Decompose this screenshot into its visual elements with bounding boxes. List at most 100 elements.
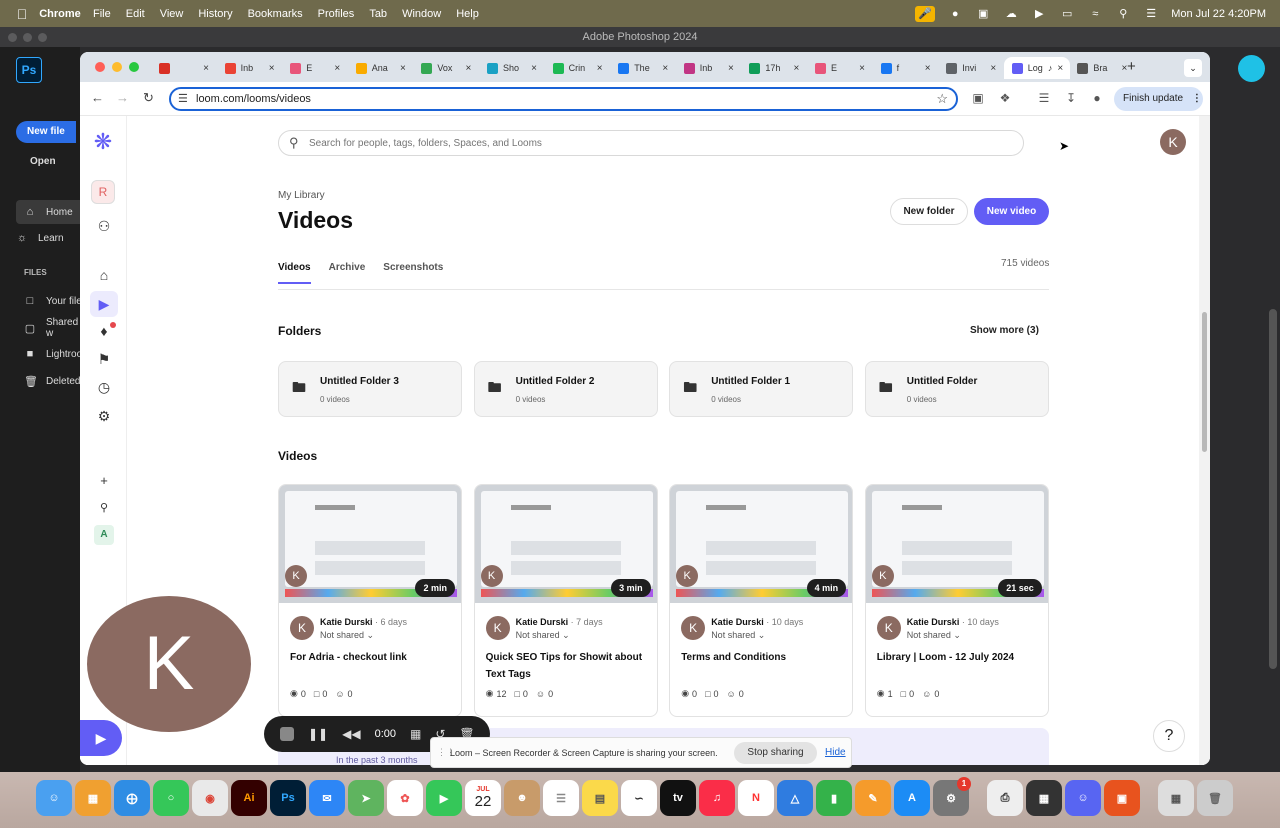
tab-close-icon[interactable]: ×: [269, 63, 275, 74]
wifi-icon[interactable]: ≈: [1087, 7, 1103, 21]
menu-history[interactable]: History: [198, 8, 232, 20]
browser-tab[interactable]: Ana ×: [348, 57, 414, 79]
new-folder-button[interactable]: New folder: [890, 198, 968, 225]
browser-tab[interactable]: Log ♪ ×: [1003, 57, 1070, 79]
tab-close-icon[interactable]: ×: [400, 63, 406, 74]
ps-nav-deleted[interactable]: 🗑 Deleted: [24, 369, 88, 393]
tab-screenshots[interactable]: Screenshots: [383, 262, 443, 284]
profile-extension-icon[interactable]: ●: [1090, 91, 1104, 105]
browser-tab[interactable]: Invi ×: [938, 57, 1004, 79]
video-card[interactable]: K 2 min K Katie Durski · 6 days Not shared ⌄…: [278, 484, 462, 717]
news-icon[interactable]: N: [738, 780, 774, 816]
browser-tab[interactable]: ×: [151, 57, 217, 79]
calculator-icon[interactable]: ▦: [1026, 780, 1062, 816]
tab-close-icon[interactable]: ×: [859, 63, 865, 74]
show-more-button[interactable]: Show more (3): [970, 325, 1039, 336]
people-icon[interactable]: ⚇: [94, 216, 114, 236]
ps-nav-lightroom[interactable]: ■ Lightroo: [24, 342, 88, 366]
numbers-icon[interactable]: ▮: [816, 780, 852, 816]
rewind-icon[interactable]: ◀◀: [342, 727, 360, 741]
menu-bookmarks[interactable]: Bookmarks: [248, 8, 303, 20]
tab-close-icon[interactable]: ×: [990, 63, 996, 74]
photoshop-dock-icon[interactable]: Ps: [270, 780, 306, 816]
tab-close-icon[interactable]: ×: [531, 63, 537, 74]
forward-arrow-icon[interactable]: →: [116, 90, 129, 105]
notes-icon[interactable]: ▤: [582, 780, 618, 816]
stop-sharing-button[interactable]: Stop sharing: [734, 742, 817, 764]
discord-icon[interactable]: ☺: [1065, 780, 1101, 816]
battery-icon[interactable]: ▭: [1059, 7, 1075, 21]
system-settings-icon[interactable]: ⚙ 1: [933, 777, 971, 816]
browser-tab[interactable]: Inb ×: [676, 57, 742, 79]
share-status-dropdown[interactable]: Not shared ⌄: [320, 630, 374, 641]
search-input[interactable]: [309, 135, 1009, 151]
folder-card[interactable]: 🖿 Untitled Folder 1 0 videos: [669, 361, 854, 417]
tab-videos[interactable]: Videos: [278, 262, 311, 284]
menu-tab[interactable]: Tab: [369, 8, 387, 20]
finder-icon[interactable]: ☺: [36, 780, 72, 816]
app-store-icon[interactable]: A: [894, 780, 930, 816]
trash-icon[interactable]: 🗑: [1197, 780, 1233, 816]
tab-close-icon[interactable]: ×: [794, 63, 800, 74]
settings-gear-icon[interactable]: ⚙: [94, 406, 114, 426]
bookmark-icon[interactable]: ⚑: [94, 349, 114, 369]
menu-file[interactable]: File: [93, 8, 111, 20]
maps-icon[interactable]: ➤: [348, 780, 384, 816]
video-title[interactable]: For Adria - checkout link: [290, 649, 454, 666]
messages-icon[interactable]: ○: [153, 780, 189, 816]
ps-nav-home[interactable]: ⌂ Home: [16, 200, 80, 224]
reload-icon[interactable]: ↻: [143, 90, 154, 106]
menu-help[interactable]: Help: [456, 8, 479, 20]
browser-tab[interactable]: The ×: [610, 57, 676, 79]
reading-list-icon[interactable]: ☰: [1037, 91, 1051, 105]
home-icon[interactable]: ⌂: [94, 265, 114, 285]
keynote-icon[interactable]: △: [777, 780, 813, 816]
share-status-dropdown[interactable]: Not shared ⌄: [516, 630, 570, 641]
browser-tab[interactable]: 17h ×: [741, 57, 807, 79]
video-card[interactable]: K 3 min K Katie Durski · 7 days Not shared ⌄…: [473, 484, 658, 717]
zoom-window-button[interactable]: [129, 62, 139, 72]
apple-tv-icon[interactable]: tv: [660, 780, 696, 816]
microphone-icon[interactable]: 🎤: [915, 5, 936, 22]
launchpad-icon[interactable]: ▦: [75, 780, 111, 816]
new-video-button[interactable]: New video: [974, 198, 1049, 225]
office-icon[interactable]: ▣: [1104, 780, 1140, 816]
finish-update-button[interactable]: Finish update ⋮: [1114, 87, 1203, 111]
browser-tab[interactable]: f ×: [873, 57, 939, 79]
browser-tab[interactable]: Crin ×: [545, 57, 611, 79]
browser-tab[interactable]: Inb ×: [217, 57, 283, 79]
spotlight-icon[interactable]: ⚲: [1115, 7, 1131, 21]
reminders-icon[interactable]: ☰: [543, 780, 579, 816]
apple-icon[interactable]: : [14, 6, 30, 22]
breadcrumb[interactable]: My Library: [278, 190, 325, 201]
video-title[interactable]: Library | Loom - 12 July 2024: [877, 649, 1041, 666]
drawing-tools-icon[interactable]: ▦: [410, 727, 421, 741]
page-scrollbar[interactable]: [1199, 116, 1210, 765]
more-menu-icon[interactable]: ⋮: [1192, 93, 1202, 104]
tab-archive[interactable]: Archive: [329, 262, 366, 284]
facetime-icon[interactable]: ▶: [426, 780, 462, 816]
photoshop-window-controls[interactable]: [8, 33, 47, 42]
tab-close-icon[interactable]: ×: [466, 63, 472, 74]
camera-bubble[interactable]: K: [87, 596, 251, 732]
author-avatar[interactable]: K: [485, 616, 510, 640]
workspace-avatar[interactable]: R: [91, 180, 115, 204]
site-info-icon[interactable]: ☰: [178, 92, 188, 105]
pages-icon[interactable]: ✎: [855, 780, 891, 816]
tab-audio-icon[interactable]: ♪: [1048, 63, 1053, 73]
downloads-folder-icon[interactable]: ▦: [1158, 780, 1194, 816]
browser-tab[interactable]: Bra ×: [1069, 57, 1135, 79]
music-icon[interactable]: ♫: [699, 780, 735, 816]
loom-record-camera-icon[interactable]: ▶: [80, 720, 122, 756]
ps-nav-shared[interactable]: ▢ Shared w: [24, 316, 88, 340]
address-bar[interactable]: ☰ loom.com/looms/videos ☆: [169, 87, 958, 111]
video-thumbnail[interactable]: K 2 min: [279, 485, 461, 603]
mail-icon[interactable]: ✉: [309, 780, 345, 816]
screen-record-icon[interactable]: ▣: [975, 7, 991, 21]
author-avatar[interactable]: K: [876, 616, 901, 640]
video-card[interactable]: K 21 sec K Katie Durski · 10 days Not shared…: [864, 484, 1049, 717]
browser-tab[interactable]: E ×: [282, 57, 348, 79]
control-center-icon[interactable]: ☰: [1143, 7, 1159, 21]
pause-icon[interactable]: ❚❚: [308, 727, 328, 741]
ps-nav-your-files[interactable]: □ Your files: [24, 289, 88, 313]
